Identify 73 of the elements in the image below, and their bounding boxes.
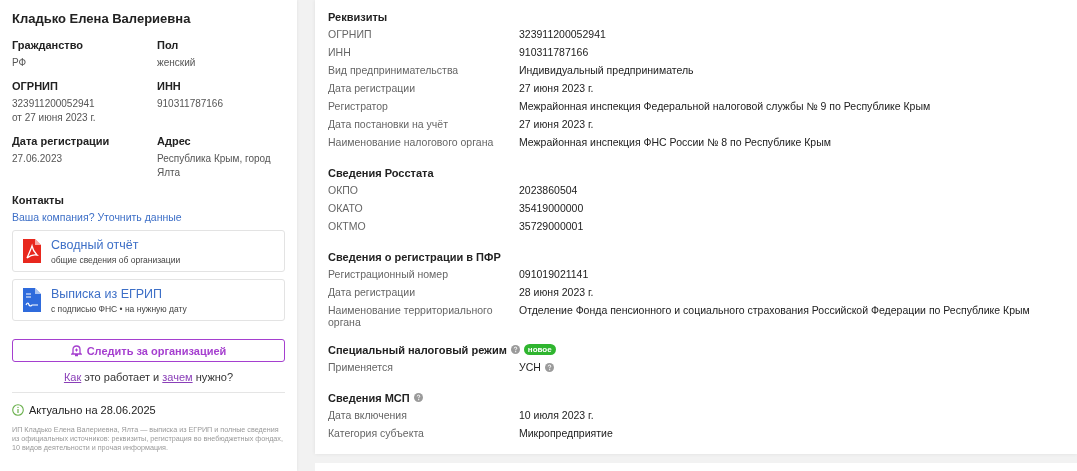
field-label: ИНН <box>157 80 182 92</box>
section-title: Специальный налоговый режим <box>328 343 507 356</box>
row-value: Межрайонная инспекция Федеральной налоговой службы № 9 по Республике Крым <box>519 100 931 112</box>
row-value: Индивидуальный предприниматель <box>519 64 694 76</box>
row-label: ОКПО <box>328 184 359 196</box>
section-title: Сведения МСП <box>328 391 410 404</box>
row-value: 2023860504 <box>519 184 578 196</box>
field-value: 323911200052941 <box>12 97 96 111</box>
field-value: от 27 июня 2023 г. <box>12 111 97 125</box>
person-name: Кладько Елена Валериевна <box>12 11 192 26</box>
help-icon[interactable] <box>510 345 520 354</box>
document-card[interactable]: Сводный отчёт общие сведения об организации <box>12 230 285 272</box>
row-value: 10 июля 2023 г. <box>519 409 594 421</box>
row-value: 27 июня 2023 г. <box>519 118 594 130</box>
help-link[interactable]: Как <box>63 371 82 383</box>
field-value: женский <box>157 56 197 70</box>
section-title: Реквизиты <box>328 10 388 23</box>
document-subtitle: общие сведения об организации <box>51 254 181 265</box>
clarify-data-link[interactable]: Ваша компания? Уточнить данные <box>12 211 182 223</box>
row-label: Наименование территориального органа <box>328 304 494 328</box>
section-title: Сведения о регистрации в ПФР <box>328 250 501 263</box>
row-value: 27 июня 2023 г. <box>519 82 594 94</box>
document-subtitle: с подписью ФНС • на нужную дату <box>51 303 187 314</box>
field-label: Дата регистрации <box>12 135 111 147</box>
pdf-file-icon <box>23 239 41 263</box>
row-value: Отделение Фонда пенсионного и социального страхования Российской Федерации по Республике Крым <box>519 304 1030 316</box>
help-text: нужно? <box>194 371 234 383</box>
document-title: Выписка из ЕГРИП <box>51 286 164 301</box>
row-label: Вид предпринимательства <box>328 64 460 76</box>
help-link[interactable]: зачем <box>162 371 193 383</box>
row-label: ИНН <box>328 46 352 58</box>
row-value: УСН <box>519 361 541 373</box>
document-title: Сводный отчёт <box>51 237 140 252</box>
field-label: Адрес <box>157 135 192 147</box>
field-value: РФ <box>12 56 28 70</box>
actuality-date: Актуально на 28.06.2025 <box>29 404 156 416</box>
info-icon <box>12 404 24 416</box>
field-value: Республика Крым, город Ялта <box>157 152 272 180</box>
document-icon <box>23 288 41 312</box>
row-value: 35419000000 <box>519 202 584 214</box>
row-label: Регистрационный номер <box>328 268 449 280</box>
row-value: 28 июня 2023 г. <box>519 286 594 298</box>
row-label: Наименование налогового органа <box>328 136 495 148</box>
help-icon[interactable] <box>544 362 554 372</box>
row-value: 910311787166 <box>519 46 589 58</box>
row-value: Межрайонная инспекция ФНС России № 8 по Республике Крым <box>519 136 831 148</box>
field-label: Гражданство <box>12 39 85 51</box>
row-value: 35729000001 <box>519 220 584 232</box>
row-label: Дата постановки на учёт <box>328 118 449 130</box>
section-title: Сведения Росстата <box>328 166 434 179</box>
bell-icon <box>70 344 82 357</box>
row-value: 323911200052941 <box>519 28 606 40</box>
row-label: Дата регистрации <box>328 82 417 94</box>
document-card[interactable]: Выписка из ЕГРИП с подписью ФНС • на нужную дату <box>12 279 285 321</box>
help-icon[interactable] <box>413 393 423 402</box>
row-label: Регистратор <box>328 100 389 112</box>
row-label: Категория субъекта <box>328 427 425 439</box>
row-value: Микропредприятие <box>519 427 613 439</box>
row-label: ОКАТО <box>328 202 364 214</box>
field-value: 910311787166 <box>157 97 224 111</box>
follow-button[interactable]: Следить за организацией <box>12 339 285 362</box>
row-label: Дата включения <box>328 409 408 421</box>
field-label: ОГРНИП <box>12 80 59 92</box>
row-label: Дата регистрации <box>328 286 417 298</box>
field-label: Пол <box>157 39 180 51</box>
row-label: ОГРНИП <box>328 28 373 40</box>
new-badge: новое <box>523 344 556 355</box>
row-value: 091019021141 <box>519 268 589 280</box>
help-text: это работает и <box>83 371 161 383</box>
contacts-heading: Контакты <box>12 194 65 206</box>
field-value: 27.06.2023 <box>12 152 64 166</box>
row-label: Применяется <box>328 361 394 373</box>
row-label: ОКТМО <box>328 220 367 232</box>
